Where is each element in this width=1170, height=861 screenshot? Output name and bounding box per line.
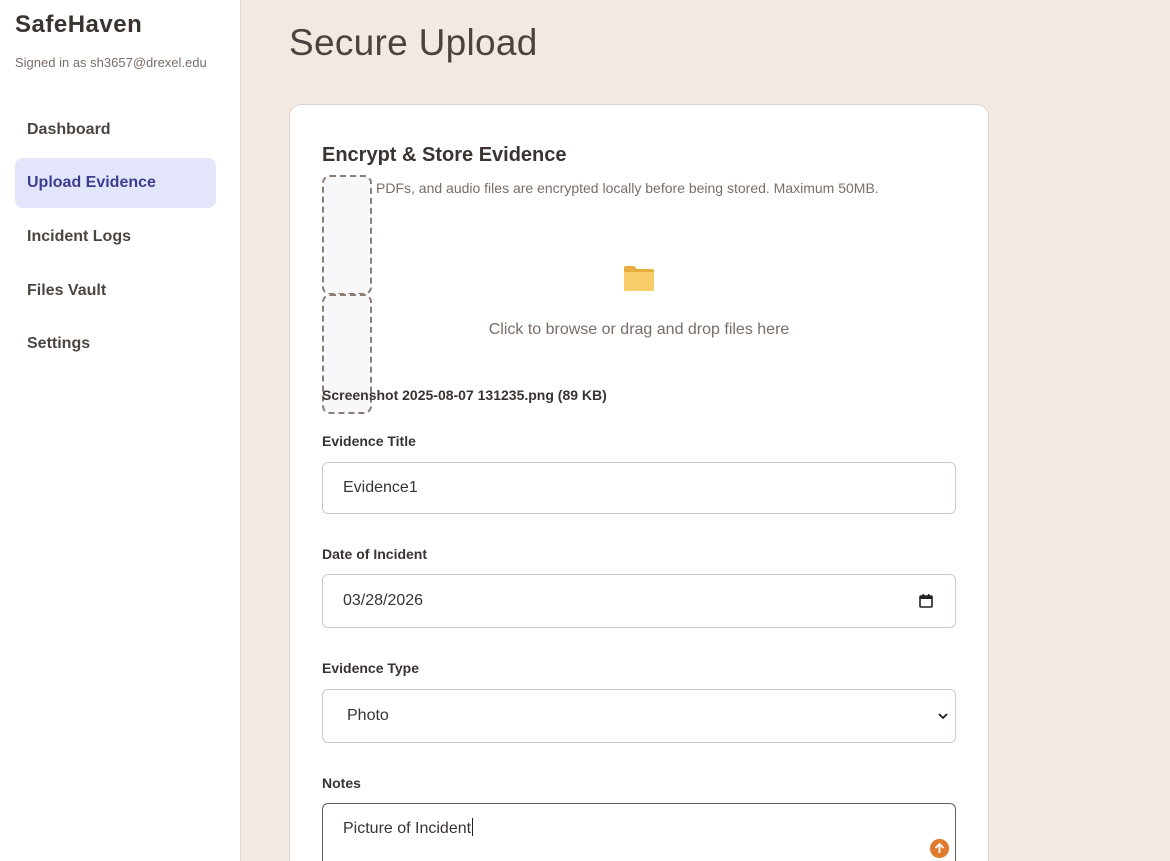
signed-in-text: Signed in as sh3657@drexel.edu <box>15 55 207 70</box>
date-of-incident-label: Date of Incident <box>322 546 428 562</box>
evidence-type-select[interactable]: Photo <box>322 689 956 743</box>
sidebar-item-files-vault[interactable]: Files Vault <box>15 266 216 316</box>
sidebar: SafeHaven Signed in as sh3657@drexel.edu… <box>0 0 241 861</box>
arrow-up-icon[interactable] <box>930 839 949 858</box>
dropzone-border-fragment[interactable] <box>322 175 372 295</box>
date-value: 03/28/2026 <box>343 592 424 609</box>
card-description: PDFs, and audio files are encrypted loca… <box>376 180 879 196</box>
sidebar-item-settings[interactable]: Settings <box>15 319 216 369</box>
evidence-title-label: Evidence Title <box>322 433 416 449</box>
chevron-down-icon[interactable] <box>937 710 949 722</box>
folder-icon[interactable] <box>623 264 655 292</box>
calendar-icon[interactable] <box>919 594 933 608</box>
evidence-title-input[interactable]: Evidence1 <box>322 462 956 514</box>
card-title: Encrypt & Store Evidence <box>322 144 567 166</box>
evidence-type-label: Evidence Type <box>322 660 420 676</box>
notes-textarea[interactable]: Picture of Incident <box>322 803 956 861</box>
sidebar-item-dashboard[interactable]: Dashboard <box>15 105 216 155</box>
sidebar-item-incident-logs[interactable]: Incident Logs <box>15 212 216 262</box>
notes-value: Picture of Incident <box>343 820 472 837</box>
notes-label: Notes <box>322 775 361 791</box>
date-of-incident-input[interactable]: 03/28/2026 <box>322 574 956 628</box>
sidebar-item-upload-evidence[interactable]: Upload Evidence <box>15 158 216 208</box>
brand-title: SafeHaven <box>15 11 143 38</box>
text-caret <box>472 818 474 836</box>
selected-file-name: Screenshot 2025-08-07 131235.png (89 KB) <box>322 387 607 403</box>
upload-card: Encrypt & Store Evidence PDFs, and audio… <box>289 104 989 861</box>
page-title: Secure Upload <box>289 22 538 63</box>
dropzone-text[interactable]: Click to browse or drag and drop files h… <box>290 321 988 339</box>
evidence-type-value: Photo <box>347 707 389 724</box>
